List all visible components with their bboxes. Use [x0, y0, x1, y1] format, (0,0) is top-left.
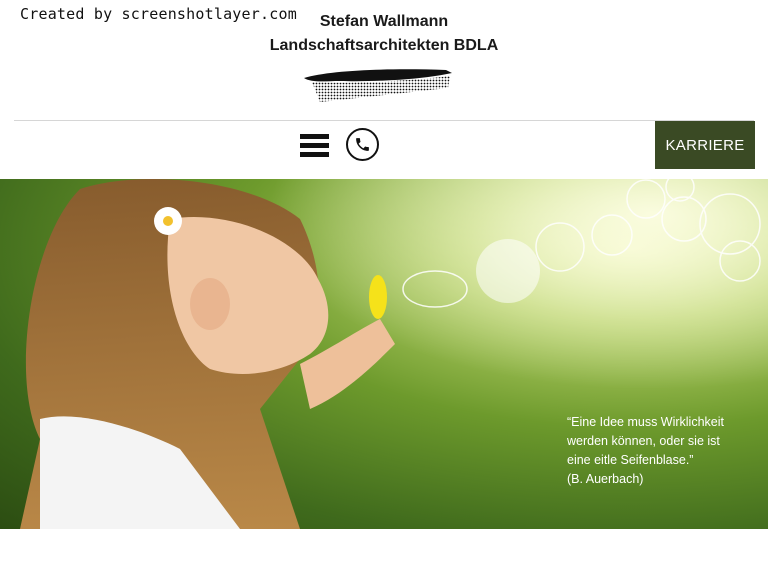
hero-banner: “Eine Idee muss Wirklichkeit werden könn…	[0, 179, 768, 529]
quote-line: werden können, oder sie ist	[567, 434, 720, 448]
hero-quote: “Eine Idee muss Wirklichkeit werden könn…	[567, 413, 757, 489]
header-divider	[14, 120, 754, 121]
menu-button[interactable]	[298, 131, 332, 161]
career-button[interactable]: KARRIERE	[655, 121, 755, 169]
phone-icon	[356, 138, 369, 151]
phone-button[interactable]	[346, 128, 379, 161]
site-name: Stefan Wallmann	[319, 13, 449, 30]
quote-line: eine eitle Seifenblase.”	[567, 453, 694, 467]
site-brand[interactable]: Stefan Wallmann Landschaftsarchitekten B…	[0, 10, 768, 58]
quote-author: (B. Auerbach)	[567, 472, 644, 486]
site-subtitle: Landschaftsarchitekten BDLA	[269, 37, 499, 54]
hamburger-menu-icon	[300, 134, 329, 139]
quote-line: “Eine Idee muss Wirklichkeit	[567, 415, 724, 429]
brush-stroke-logo	[304, 69, 452, 102]
